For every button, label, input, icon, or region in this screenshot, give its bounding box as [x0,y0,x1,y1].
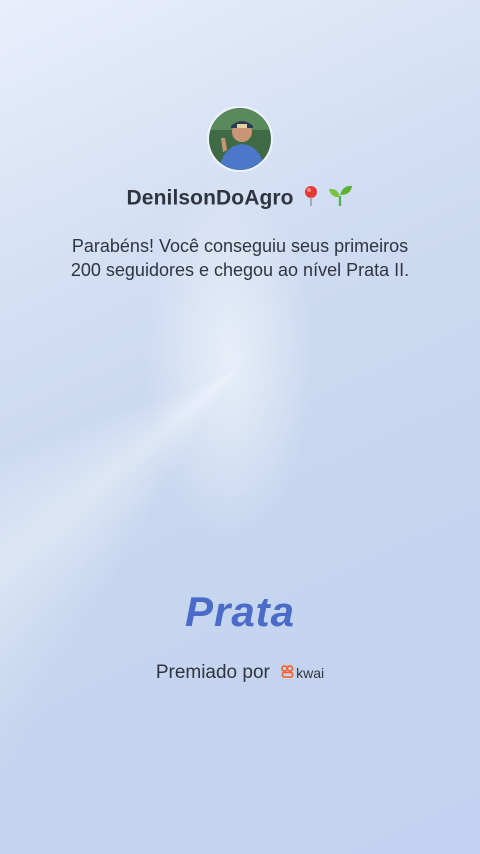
tier-label: Prata [184,588,296,635]
awarded-by-label: Premiado por [155,662,270,684]
avatar-image [209,108,271,170]
pin-emoji [303,185,319,213]
kwai-brand: kwai [296,665,325,681]
awarded-by-row: Premiado por kwai [0,662,480,684]
seedling-emoji [327,184,353,214]
kwai-logo-icon [281,662,294,684]
congrats-message: Parabéns! Você conseguiu seus primeiros … [70,236,410,280]
username[interactable]: DenilsonDoAgro [127,187,294,210]
username-row: DenilsonDoAgro [0,184,480,214]
avatar[interactable] [207,106,273,172]
